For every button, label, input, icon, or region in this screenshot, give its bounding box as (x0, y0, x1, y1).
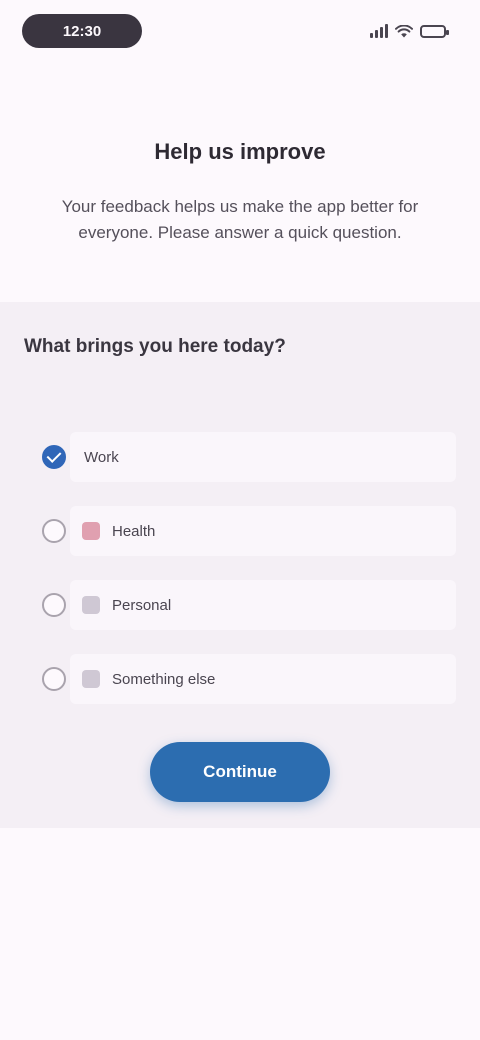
option-something-else[interactable]: Something else (28, 642, 456, 716)
option-label: Something else (112, 670, 216, 688)
status-icons (370, 22, 449, 40)
survey-card: What brings you here today? Work Health … (0, 302, 480, 828)
survey-question: What brings you here today? (24, 336, 286, 357)
status-bar: 12:30 (0, 0, 480, 64)
option-label: Health (112, 522, 156, 540)
radio-icon[interactable] (42, 593, 66, 617)
signal-icon (370, 24, 388, 38)
option-personal[interactable]: Personal (28, 568, 456, 642)
page-header: Help us improve Your feedback helps us m… (30, 130, 450, 246)
wifi-icon (395, 24, 413, 37)
radio-icon[interactable] (42, 667, 66, 691)
option-label: Work (84, 448, 119, 466)
status-time: 12:30 (22, 14, 142, 48)
option-list: Work Health Personal Something else (28, 420, 456, 716)
radio-icon[interactable] (42, 519, 66, 543)
option-health[interactable]: Health (28, 494, 456, 568)
heart-icon (82, 522, 100, 540)
option-label: Personal (112, 596, 172, 614)
person-icon (82, 596, 100, 614)
battery-icon (420, 24, 449, 38)
page-title: Help us improve (154, 139, 326, 164)
radio-checked-icon[interactable] (42, 445, 66, 469)
continue-button[interactable]: Continue (150, 742, 330, 802)
page-description: Your feedback helps us make the app bett… (61, 197, 419, 242)
option-work[interactable]: Work (28, 420, 456, 494)
dots-icon (82, 670, 100, 688)
